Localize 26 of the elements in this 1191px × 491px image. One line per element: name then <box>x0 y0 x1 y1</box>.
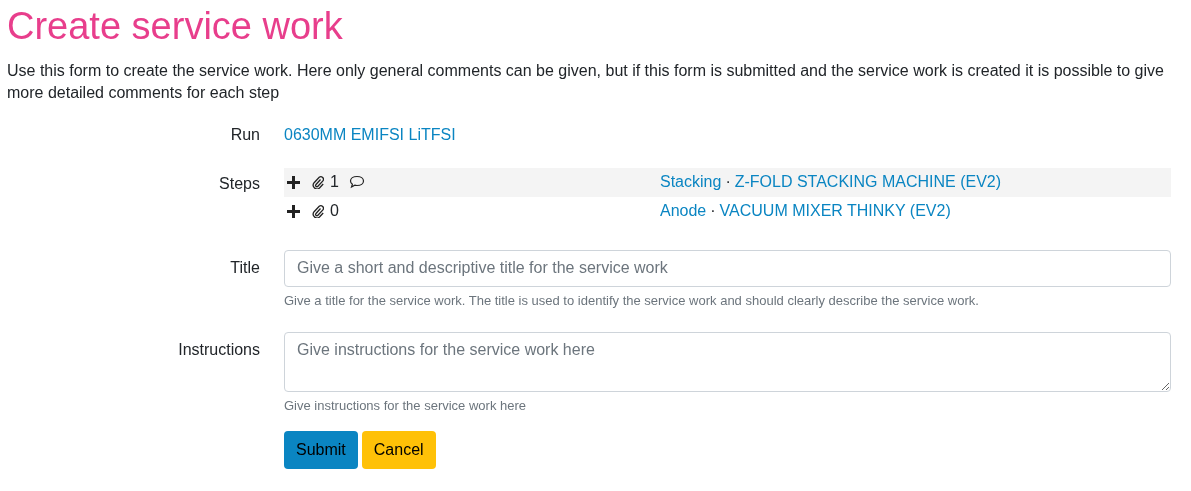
paperclip-icon <box>312 175 324 190</box>
cancel-button[interactable]: Cancel <box>361 430 436 469</box>
plus-icon[interactable] <box>287 175 300 189</box>
field-label: Steps <box>218 173 261 193</box>
run-link[interactable]: 0630MM EMIFSI LiTFSI <box>284 125 456 143</box>
attachment-count: 1 <box>330 173 339 192</box>
speech-bubble-icon[interactable] <box>348 175 365 190</box>
help-text: Give instructions for the service work here <box>284 397 528 413</box>
submit-button[interactable]: Submit <box>284 430 358 469</box>
field-label: Title <box>229 257 261 277</box>
instructions-textarea[interactable]: Give instructions for the service work here <box>284 331 1171 392</box>
field-label: Instructions <box>177 339 261 359</box>
separator-dot: · <box>725 173 731 192</box>
paperclip-icon <box>312 204 324 219</box>
help-text: Give a title for the service work. The title is used to identify the service work and should clearly describe the service work. <box>284 292 980 308</box>
step-link[interactable]: Stacking <box>660 173 722 192</box>
field-label: Run <box>229 125 261 144</box>
step-link[interactable]: Anode <box>660 202 707 221</box>
machine-link[interactable]: Z-FOLD STACKING MACHINE (EV2) <box>734 173 1002 192</box>
intro-text: Use this form to create the service work. Here only general comments can be given, but if this form is submitted and the service work is created it is possible to give more detailed comments for each step <box>7 60 1165 103</box>
title-input[interactable]: Give a short and descriptive title for the service work <box>284 249 1171 287</box>
attachment-count: 0 <box>330 202 339 221</box>
separator-dot: · <box>710 202 716 221</box>
machine-link[interactable]: VACUUM MIXER THINKY (EV2) <box>719 202 951 221</box>
plus-icon[interactable] <box>287 204 300 218</box>
page-title: Create service work <box>7 4 344 49</box>
